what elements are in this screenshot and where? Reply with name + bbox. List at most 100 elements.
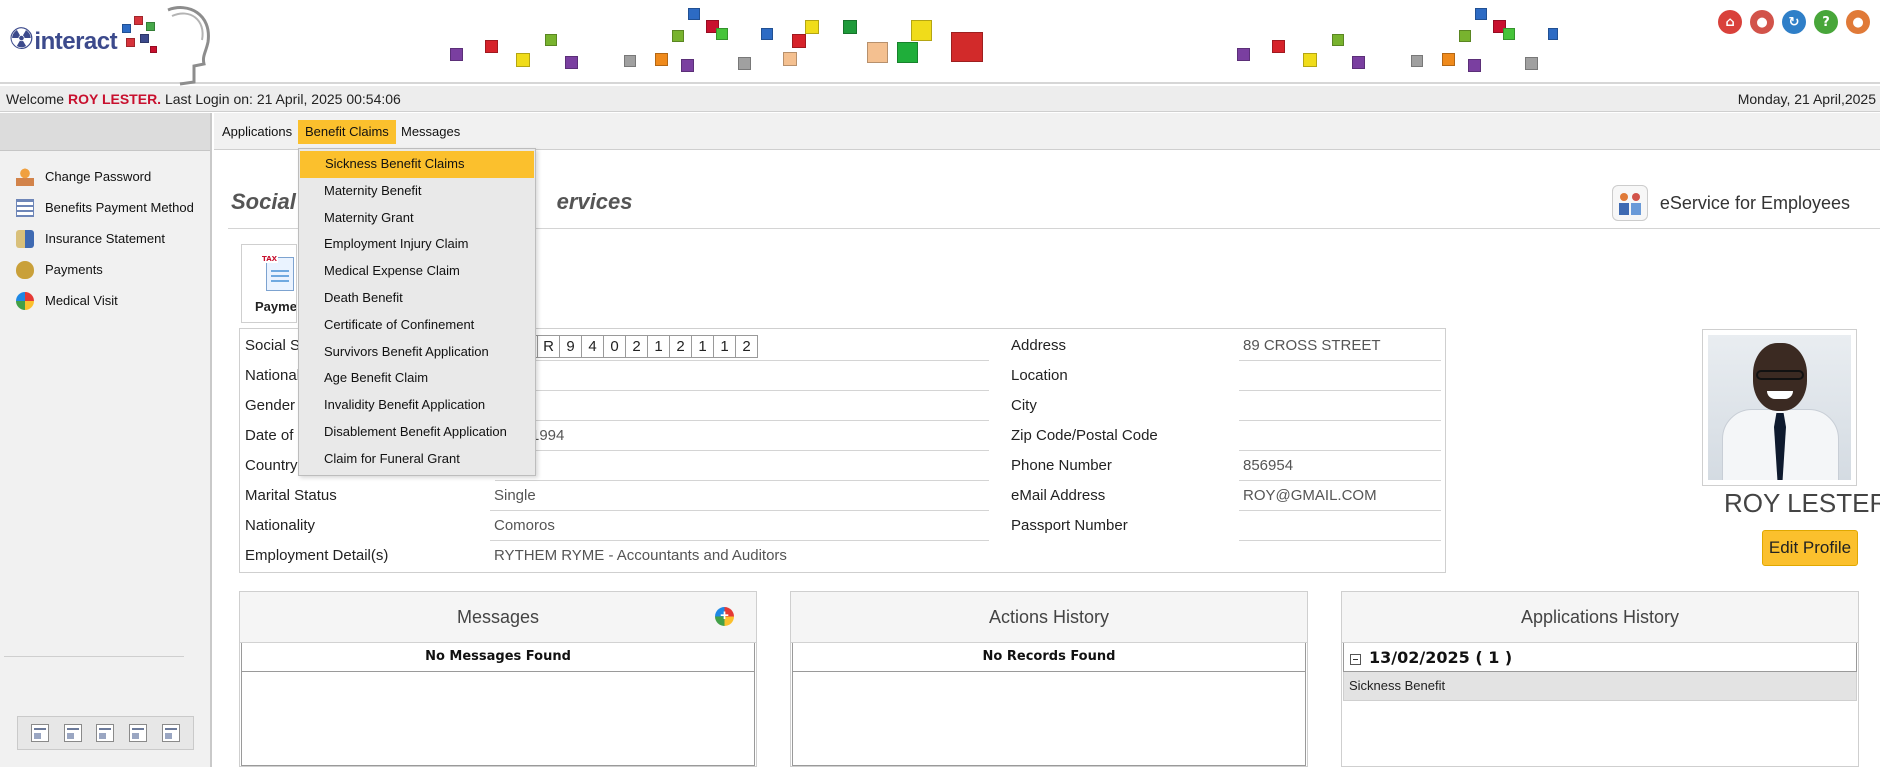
menu-item-death-benefit[interactable]: Death Benefit bbox=[299, 285, 535, 312]
sidebar-header bbox=[0, 113, 210, 151]
ssn-digit: 0 bbox=[603, 335, 626, 358]
sidebar-item-payments[interactable]: Payments bbox=[0, 254, 210, 285]
info-row-passport-number: Passport Number bbox=[1011, 511, 1445, 541]
sidebar-item-label: Benefits Payment Method bbox=[45, 200, 194, 215]
home-icon[interactable]: ⌂ bbox=[1718, 10, 1742, 34]
key-user-icon bbox=[16, 167, 34, 186]
menu-item-maternity-benefit[interactable]: Maternity Benefit bbox=[299, 178, 535, 205]
info-label: Employment Detail(s) bbox=[245, 547, 389, 564]
refresh-icon[interactable]: ↻ bbox=[1782, 10, 1806, 34]
menu-item-claim-for-funeral-grant[interactable]: Claim for Funeral Grant bbox=[299, 446, 535, 473]
collapse-icon[interactable] bbox=[1350, 653, 1361, 665]
info-label: Nationality bbox=[245, 517, 316, 534]
form-icon bbox=[16, 198, 34, 217]
menu-item-certificate-of-confinement[interactable]: Certificate of Confinement bbox=[299, 312, 535, 339]
menu-item-medical-expense-claim[interactable]: Medical Expense Claim bbox=[299, 258, 535, 285]
help-icon[interactable]: ? bbox=[1814, 10, 1838, 34]
layout-icon[interactable] bbox=[96, 724, 115, 742]
sidebar-item-insurance-statement[interactable]: Insurance Statement bbox=[0, 223, 210, 254]
sidebar: Change Password Benefits Payment Method … bbox=[0, 113, 212, 767]
ssn-digit: 2 bbox=[735, 335, 758, 358]
messages-panel: Messages No Messages Found bbox=[239, 591, 757, 767]
page-title-right: ervices bbox=[556, 189, 633, 214]
empty-message: No Records Found bbox=[792, 643, 1306, 672]
benefit-claims-dropdown: Sickness Benefit Claims Maternity Benefi… bbox=[298, 148, 536, 476]
menu-item-survivors-benefit-application[interactable]: Survivors Benefit Application bbox=[299, 339, 535, 366]
layout-icon[interactable] bbox=[63, 724, 82, 742]
sidebar-divider bbox=[4, 656, 184, 657]
tab-messages[interactable]: Messages bbox=[394, 120, 467, 144]
payment-tile-label: Payme bbox=[255, 299, 297, 314]
layout-icon[interactable] bbox=[161, 724, 180, 742]
info-label: Location bbox=[1011, 367, 1068, 384]
employees-icon bbox=[1611, 185, 1648, 221]
welcome-prefix: Welcome bbox=[6, 91, 68, 107]
eservice-label: eService for Employees bbox=[1611, 185, 1850, 221]
history-date-group[interactable]: 13/02/2025 ( 1 ) bbox=[1343, 643, 1857, 672]
add-message-icon[interactable] bbox=[715, 591, 734, 641]
info-label: Zip Code/Postal Code bbox=[1011, 427, 1158, 444]
info-value: Comoros bbox=[494, 517, 555, 534]
payment-tile[interactable]: Payme bbox=[241, 244, 297, 323]
info-label: Address bbox=[1011, 337, 1067, 354]
info-row-address: Address 89 CROSS STREET bbox=[1011, 331, 1445, 361]
info-row-location: Location bbox=[1011, 361, 1445, 391]
menu-item-employment-injury-claim[interactable]: Employment Injury Claim bbox=[299, 231, 535, 258]
menu-item-sickness-benefit-claims[interactable]: Sickness Benefit Claims bbox=[300, 151, 534, 178]
menu-item-invalidity-benefit-application[interactable]: Invalidity Benefit Application bbox=[299, 392, 535, 419]
ssn-digit: 1 bbox=[647, 335, 670, 358]
money-bag-icon bbox=[16, 260, 34, 279]
info-row-city: City bbox=[1011, 391, 1445, 421]
panel-title: Actions History bbox=[988, 607, 1110, 627]
panel-title: Applications History bbox=[1520, 607, 1680, 627]
ssn-digit: 1 bbox=[691, 335, 714, 358]
welcome-user: ROY LESTER. bbox=[67, 91, 162, 107]
ssn-digits: S R 9 4 0 2 1 2 1 1 2 bbox=[515, 335, 758, 358]
sidebar-item-medical-visit[interactable]: Medical Visit bbox=[0, 285, 210, 316]
sidebar-item-change-password[interactable]: Change Password bbox=[0, 161, 210, 192]
ssn-digit: 4 bbox=[581, 335, 604, 358]
info-label: Gender bbox=[245, 397, 296, 414]
info-row-zip-code: Zip Code/Postal Code bbox=[1011, 421, 1445, 451]
user-icon[interactable]: ● bbox=[1750, 10, 1774, 34]
shield-doc-icon bbox=[16, 229, 34, 248]
app-header: ☢interact ⌂ ● ↻ ? ● bbox=[0, 0, 1880, 86]
info-row-nationality: Nationality Comoros bbox=[245, 511, 989, 541]
panel-body bbox=[792, 672, 1306, 766]
info-row-marital-status: Marital Status Single bbox=[245, 481, 989, 511]
last-login-text: Last Login on: 21 April, 2025 00:54:06 bbox=[161, 91, 401, 107]
panel-header: Applications History bbox=[1342, 592, 1858, 643]
ssn-digit: 1 bbox=[713, 335, 736, 358]
info-row-email-address: eMail Address ROY@GMAIL.COM bbox=[1011, 481, 1445, 511]
edit-profile-button[interactable]: Edit Profile bbox=[1762, 530, 1858, 566]
tax-document-icon bbox=[261, 255, 294, 291]
menu-item-disablement-benefit-application[interactable]: Disablement Benefit Application bbox=[299, 419, 535, 446]
info-row-phone-number: Phone Number 856954 bbox=[1011, 451, 1445, 481]
panel-title: Messages bbox=[456, 607, 540, 627]
sidebar-menu: Change Password Benefits Payment Method … bbox=[0, 161, 210, 316]
info-label: Marital Status bbox=[245, 487, 337, 504]
sidebar-toolbar bbox=[17, 716, 194, 750]
menu-item-age-benefit-claim[interactable]: Age Benefit Claim bbox=[299, 365, 535, 392]
history-item[interactable]: Sickness Benefit bbox=[1343, 672, 1857, 701]
sidebar-item-benefits-payment-method[interactable]: Benefits Payment Method bbox=[0, 192, 210, 223]
logout-icon[interactable]: ● bbox=[1846, 10, 1870, 34]
globe-icon bbox=[16, 291, 34, 310]
info-row-employment: Employment Detail(s) RYTHEM RYME - Accou… bbox=[245, 541, 985, 571]
avatar bbox=[1708, 335, 1851, 480]
info-value: ROY@GMAIL.COM bbox=[1243, 487, 1377, 504]
info-value: RYTHEM RYME - Accountants and Auditors bbox=[494, 547, 787, 564]
info-value: Single bbox=[494, 487, 536, 504]
layout-icon[interactable] bbox=[129, 724, 148, 742]
logo-wordmark: interact bbox=[34, 28, 118, 55]
top-nav: Applications Benefit Claims Messages bbox=[214, 113, 1880, 150]
current-date: Monday, 21 April,2025 bbox=[1737, 91, 1876, 107]
interact-logo: ☢interact bbox=[8, 6, 210, 86]
actions-history-panel: Actions History No Records Found bbox=[790, 591, 1308, 767]
tab-benefit-claims[interactable]: Benefit Claims bbox=[298, 120, 396, 144]
layout-icon[interactable] bbox=[31, 724, 50, 742]
info-label: Phone Number bbox=[1011, 457, 1112, 474]
info-label: National bbox=[245, 367, 301, 384]
tab-applications[interactable]: Applications bbox=[215, 120, 299, 144]
menu-item-maternity-grant[interactable]: Maternity Grant bbox=[299, 205, 535, 232]
